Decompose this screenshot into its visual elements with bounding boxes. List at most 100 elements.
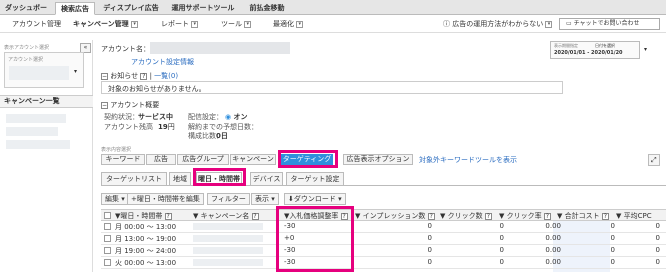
chevron-down-icon: ▾ xyxy=(545,20,553,28)
table-row[interactable]: 月 19:00 ～ 24:00 -30 0 0 0.00 0 0 xyxy=(101,245,666,257)
th-campaign-name-label: キャンペーン名 xyxy=(200,212,250,220)
tab-support-tools[interactable]: 運用サポートツール xyxy=(168,2,238,15)
budget-value: 0日 xyxy=(216,132,228,140)
account-name-value xyxy=(150,42,290,54)
tab-search-ads[interactable]: 検索広告 xyxy=(55,2,95,15)
nav-account-management[interactable]: アカウント管理 xyxy=(12,19,61,29)
cell-clicks: 0 xyxy=(499,246,504,254)
table-row[interactable]: 月 13:00 ～ 19:00 +0 0 0 0.00 0 0 xyxy=(101,233,666,245)
account-settings-link[interactable]: アカウント設定情報 xyxy=(131,57,194,67)
tab-display-ads[interactable]: ディスプレイ広告 xyxy=(103,2,159,15)
nav-campaign-management-label: キャンペーン管理 xyxy=(73,20,129,28)
download-button-label: ダウンロード xyxy=(293,195,336,203)
tab-keyword[interactable]: キーワード xyxy=(101,154,145,165)
highlight-day-time-tab xyxy=(193,168,246,186)
table-header: ▼曜日・時間帯 ? ▼ キャンペーン名 ? ▼入札価格調整率 ? ▼ インプレッ… xyxy=(101,209,666,221)
edit-schedule-button[interactable]: +曜日・時間帯を編集 xyxy=(127,193,204,205)
row-checkbox[interactable] xyxy=(104,259,111,266)
help-icon[interactable]: ? xyxy=(140,72,148,80)
chat-support-button[interactable]: ▭ チャットでお問い合わせ xyxy=(559,18,660,30)
cell-avg-cpc: 0 xyxy=(655,234,660,242)
collapse-icon[interactable]: − xyxy=(101,72,108,80)
campaign-list-item[interactable] xyxy=(6,140,70,149)
cell-clicks: 0 xyxy=(499,222,504,230)
edit-button[interactable]: 編集 ▾ xyxy=(101,193,129,205)
sort-icon: ▼ xyxy=(616,212,622,220)
nav-tools[interactable]: ツール ▾ xyxy=(221,19,252,29)
account-select-dropdown[interactable]: アカウント選択 ▾ xyxy=(4,52,84,88)
balance-label: アカウント残高 xyxy=(104,123,153,131)
date-range-picker[interactable]: 表示期間指定 日付を選択 2020/01/01 - 2020/01/20 xyxy=(550,41,640,59)
tab-prepaid-transfer[interactable]: 前払金移動 xyxy=(247,2,287,15)
negative-keyword-tool-link[interactable]: 対象外キーワードツールを表示 xyxy=(419,155,517,165)
balance-number: 19 xyxy=(158,123,168,131)
subtab-target-list[interactable]: ターゲットリスト xyxy=(101,172,167,185)
display-button-label: 表示 xyxy=(255,195,269,203)
cell-ctr: 0.00 xyxy=(545,222,561,230)
nav-campaign-management[interactable]: キャンペーン管理 ▾ xyxy=(73,19,139,29)
download-button[interactable]: ⬇ダウンロード ▾ xyxy=(284,193,346,205)
th-avg-cpc-label: 平均CPC xyxy=(623,212,652,220)
campaign-list-item[interactable] xyxy=(6,127,58,136)
help-icon: ? xyxy=(601,212,609,220)
delivery-setting-value: ◉ オン xyxy=(225,112,248,122)
cell-avg-cpc: 0 xyxy=(655,246,660,254)
tab-ad-extensions[interactable]: 広告表示オプション xyxy=(343,154,413,165)
tab-ad[interactable]: 広告 xyxy=(146,154,176,165)
row-checkbox[interactable] xyxy=(104,247,111,254)
tab-ad-group[interactable]: 広告グループ xyxy=(177,154,229,165)
row-checkbox[interactable] xyxy=(104,235,111,242)
cell-day-time: 月 19:00 ～ 24:00 xyxy=(115,247,177,255)
subtab-target-settings[interactable]: ターゲット設定 xyxy=(286,172,344,185)
th-clicks[interactable]: ▼ クリック数 ? xyxy=(440,211,492,221)
cell-day-time: 月 13:00 ～ 19:00 xyxy=(115,235,177,243)
help-question-label: 広告の運用方法がわからない xyxy=(452,20,544,28)
cell-ctr: 0.00 xyxy=(545,246,561,254)
sort-icon: ▼ xyxy=(355,212,361,220)
tab-campaign[interactable]: キャンペーン xyxy=(230,154,276,165)
th-ctr[interactable]: ▼ クリック率 ? xyxy=(499,211,551,221)
row-checkbox[interactable] xyxy=(104,223,111,230)
tab-dashboard[interactable]: ダッシュボード xyxy=(4,2,48,24)
cell-clicks: 0 xyxy=(499,234,504,242)
help-icon: ? xyxy=(543,212,551,220)
cell-ctr: 0.00 xyxy=(545,258,561,266)
chevron-down-icon[interactable]: ▾ xyxy=(644,46,647,53)
select-all-checkbox[interactable] xyxy=(104,212,111,219)
chevron-down-icon: ▾ xyxy=(74,68,78,75)
nav-optimize[interactable]: 最適化 ▾ xyxy=(273,19,304,29)
th-avg-cpc[interactable]: ▼ 平均CPC xyxy=(616,211,652,221)
chat-support-label: チャットでお問い合わせ xyxy=(573,20,640,27)
overview-title: アカウント概要 xyxy=(110,101,160,109)
th-day-time[interactable]: ▼曜日・時間帯 ? xyxy=(115,211,172,221)
display-button[interactable]: 表示 ▾ xyxy=(251,193,279,205)
th-impressions[interactable]: ▼ インプレッション数 ? xyxy=(355,211,435,221)
cell-impressions: 0 xyxy=(427,234,432,242)
filter-button[interactable]: フィルター xyxy=(207,193,250,205)
date-preset: 日付を選択 xyxy=(595,43,615,48)
th-campaign-name[interactable]: ▼ キャンペーン名 ? xyxy=(193,211,259,221)
cell-total-cost: 0 xyxy=(610,222,615,230)
scope-label: 表示内容選択 xyxy=(101,147,132,153)
nav-report[interactable]: レポート ▾ xyxy=(161,19,199,29)
collapse-icon[interactable]: − xyxy=(101,101,108,109)
expand-icon[interactable]: ⤢ xyxy=(648,154,660,166)
th-total-cost[interactable]: ▼ 合計コスト ? xyxy=(557,211,609,221)
notice-empty-text: 対象のお知らせがありません。 xyxy=(108,85,206,93)
help-question-dropdown[interactable]: ⓘ 広告の運用方法がわからない ▾ xyxy=(443,19,553,29)
table-row[interactable]: 火 00:00 ～ 13:00 -30 0 0 0.00 0 0 xyxy=(101,257,666,269)
account-select-value xyxy=(9,66,69,80)
subtab-region[interactable]: 地域 xyxy=(169,172,191,185)
help-icon: ? xyxy=(251,212,259,220)
campaign-list-item[interactable] xyxy=(6,114,66,123)
table-row[interactable]: 月 00:00 ～ 13:00 -30 0 0 0.00 0 0 xyxy=(101,221,666,233)
sort-icon: ▼ xyxy=(440,212,446,220)
nav-tools-label: ツール xyxy=(221,20,242,28)
notice-list-link[interactable]: 一覧(0) xyxy=(154,72,178,80)
chevron-down-icon: ▾ xyxy=(296,20,304,28)
nav-report-label: レポート xyxy=(161,20,189,28)
sort-icon: ▼ xyxy=(557,212,563,220)
chat-icon: ▭ xyxy=(566,20,572,27)
subtab-device[interactable]: デバイス xyxy=(250,172,283,185)
help-icon: ? xyxy=(484,212,492,220)
